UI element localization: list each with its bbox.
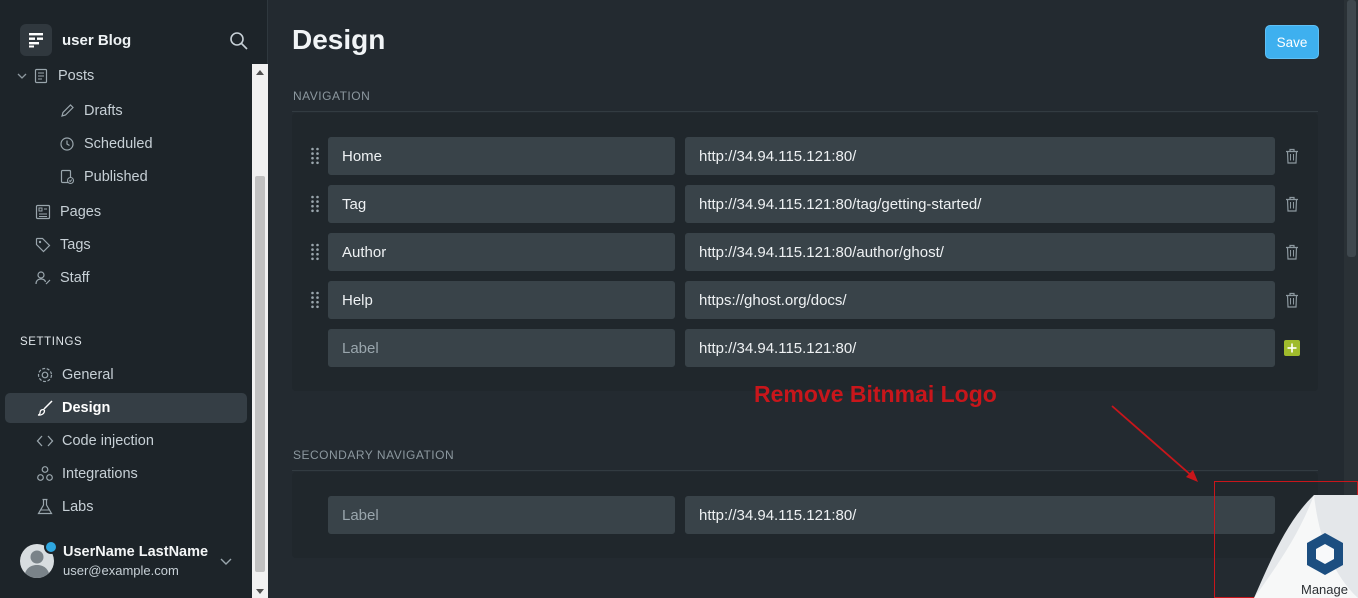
pages-icon	[34, 203, 52, 221]
sidebar-item-labs[interactable]: Labs	[5, 492, 247, 522]
flask-icon	[36, 498, 54, 516]
chevron-down-icon[interactable]	[219, 554, 233, 568]
sidebar-item-tags[interactable]: Tags	[34, 230, 247, 260]
save-button[interactable]: Save	[1265, 25, 1319, 59]
sidebar-item-published[interactable]: Published	[58, 162, 247, 192]
integrations-icon	[36, 465, 54, 483]
navigation-new-row: Label http://34.94.115.121:80/	[292, 329, 1318, 367]
sidebar-item-label: Labs	[62, 499, 94, 515]
sidebar-item-pages[interactable]: Pages	[34, 197, 247, 227]
posts-icon	[32, 67, 50, 85]
sidebar-item-label: General	[62, 367, 114, 383]
sidebar-item-label: Pages	[60, 204, 102, 220]
main-content: Design Save NAVIGATION Home http://34.94…	[268, 0, 1344, 598]
sidebar-item-drafts[interactable]: Drafts	[58, 96, 247, 126]
navigation-row: Tag http://34.94.115.121:80/tag/getting-…	[292, 185, 1318, 223]
sidebar-item-label: Posts	[58, 68, 95, 84]
sidebar-item-code-injection[interactable]: Code injection	[5, 426, 247, 456]
sidebar-item-label: Design	[62, 400, 111, 416]
manage-label[interactable]: Manage	[1301, 582, 1348, 597]
trash-icon[interactable]	[1285, 148, 1299, 164]
annotation-text: Remove Bitnmai Logo	[754, 381, 997, 407]
nav-url-input[interactable]: http://34.94.115.121:80/author/ghost/	[685, 233, 1275, 271]
sidebar-item-scheduled[interactable]: Scheduled	[58, 129, 247, 159]
nav-label-input[interactable]: Home	[328, 137, 675, 175]
chevron-down-icon[interactable]	[16, 70, 28, 82]
nav-label-input[interactable]: Help	[328, 281, 675, 319]
trash-icon[interactable]	[1285, 196, 1299, 212]
status-dot	[44, 540, 58, 554]
gear-icon	[36, 366, 54, 384]
navigation-row: Home http://34.94.115.121:80/	[292, 137, 1318, 175]
navigation-section-label: NAVIGATION	[293, 89, 371, 103]
secondary-navigation-section-label: SECONDARY NAVIGATION	[293, 448, 455, 462]
sidebar-item-label: Integrations	[62, 466, 138, 482]
published-icon	[58, 168, 76, 186]
sidebar-scrollbar[interactable]	[252, 64, 268, 598]
brush-icon	[36, 399, 54, 417]
plus-icon	[1287, 343, 1297, 353]
nav-label-input[interactable]: Author	[328, 233, 675, 271]
secondary-url-input[interactable]: http://34.94.115.121:80/	[685, 496, 1275, 534]
nav-url-input[interactable]: http://34.94.115.121:80/	[685, 137, 1275, 175]
drag-handle-icon[interactable]	[310, 147, 320, 165]
nav-label-input[interactable]: Tag	[328, 185, 675, 223]
brand[interactable]: user Blog	[20, 24, 131, 56]
user-email: user@example.com	[63, 563, 179, 578]
sidebar-item-integrations[interactable]: Integrations	[5, 459, 247, 489]
search-icon[interactable]	[229, 31, 249, 51]
pencil-icon	[58, 102, 76, 120]
drag-handle-icon[interactable]	[310, 291, 320, 309]
sidebar-item-general[interactable]: General	[5, 360, 247, 390]
sidebar-item-label: Drafts	[84, 103, 123, 119]
sidebar: user Blog Posts Drafts Scheduled Publish…	[0, 0, 268, 598]
tag-icon	[34, 236, 52, 254]
sidebar-item-label: Published	[84, 169, 148, 185]
brand-name: user Blog	[62, 31, 132, 49]
drag-handle-icon[interactable]	[310, 243, 320, 261]
secondary-label-input[interactable]: Label	[328, 496, 675, 534]
scroll-down-arrow-icon[interactable]	[256, 589, 264, 594]
new-nav-url-input[interactable]: http://34.94.115.121:80/	[685, 329, 1275, 367]
navigation-panel: Home http://34.94.115.121:80/ Tag http:/…	[292, 113, 1318, 391]
scroll-up-arrow-icon[interactable]	[256, 70, 264, 75]
sidebar-item-label: Code injection	[62, 433, 154, 449]
sidebar-item-label: Scheduled	[84, 136, 153, 152]
staff-icon	[34, 269, 52, 287]
sidebar-item-design[interactable]: Design	[5, 393, 247, 423]
sidebar-item-label: Tags	[60, 237, 91, 253]
sidebar-item-staff[interactable]: Staff	[34, 263, 247, 293]
sidebar-item-posts[interactable]: Posts	[16, 64, 252, 91]
secondary-new-row: Label http://34.94.115.121:80/	[292, 496, 1318, 534]
trash-icon[interactable]	[1285, 292, 1299, 308]
user-menu[interactable]: UserName LastName user@example.com	[20, 540, 245, 584]
blog-logo-icon	[20, 24, 52, 56]
navigation-row: Help https://ghost.org/docs/	[292, 281, 1318, 319]
user-name: UserName LastName	[63, 544, 209, 560]
navigation-row: Author http://34.94.115.121:80/author/gh…	[292, 233, 1318, 271]
settings-section-label: SETTINGS	[20, 336, 83, 348]
nav-url-input[interactable]: https://ghost.org/docs/	[685, 281, 1275, 319]
divider	[292, 111, 1318, 112]
nav-url-input[interactable]: http://34.94.115.121:80/tag/getting-star…	[685, 185, 1275, 223]
code-icon	[36, 432, 54, 450]
new-nav-label-input[interactable]: Label	[328, 329, 675, 367]
page-scroll-thumb[interactable]	[1347, 0, 1356, 257]
page-title: Design	[292, 24, 386, 55]
annotation-arrow-icon	[1111, 405, 1198, 482]
drag-handle-icon[interactable]	[310, 195, 320, 213]
trash-icon[interactable]	[1285, 244, 1299, 260]
sidebar-scroll-thumb[interactable]	[255, 176, 265, 572]
clock-icon	[58, 135, 76, 153]
sidebar-item-label: Staff	[60, 270, 90, 286]
add-item-button[interactable]	[1284, 340, 1300, 356]
